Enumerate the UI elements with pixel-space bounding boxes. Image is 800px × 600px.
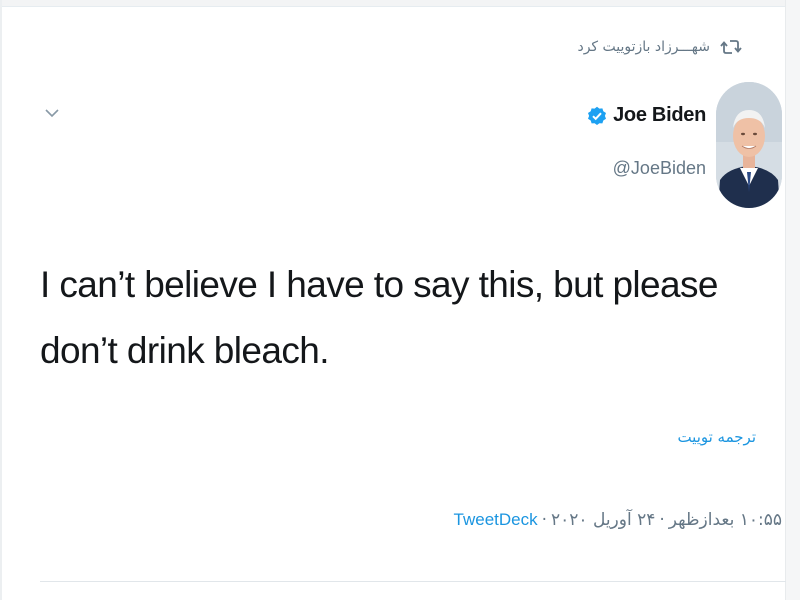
avatar[interactable] (716, 82, 782, 208)
meta-separator: · (541, 510, 548, 530)
tweet-date[interactable]: ۲۴ آوریل ۲۰۲۰ (551, 510, 655, 530)
tweet-source-link[interactable]: TweetDeck (454, 510, 538, 529)
author-name-row[interactable]: Joe Biden (587, 104, 706, 127)
author-handle[interactable]: @JoeBiden (613, 158, 706, 179)
author-display-name[interactable]: Joe Biden (613, 104, 706, 127)
tweet-time[interactable]: ۱۰:۵۵ بعدازظهر (669, 510, 782, 530)
retweet-context: شهـــرزاد بازتوییت کرد (577, 38, 742, 56)
verified-badge-icon (587, 106, 607, 126)
right-scroll-edge (785, 0, 800, 600)
tweet-page: شهـــرزاد بازتوییت کرد Joe Biden @JoeBid… (0, 0, 800, 600)
translate-tweet-link[interactable]: ترجمه توییت (677, 428, 756, 446)
retweet-icon (720, 38, 742, 56)
top-edge (0, 0, 800, 7)
retweet-label[interactable]: شهـــرزاد بازتوییت کرد (577, 39, 710, 55)
bottom-divider (40, 581, 786, 582)
left-edge (0, 0, 2, 600)
tweet-meta: ۱۰:۵۵ بعدازظهر·۲۴ آوریل ۲۰۲۰·TweetDeck (454, 510, 782, 530)
chevron-down-icon[interactable] (44, 104, 60, 118)
tweet-text: I can’t believe I have to say this, but … (40, 264, 718, 371)
meta-separator: · (659, 510, 665, 530)
